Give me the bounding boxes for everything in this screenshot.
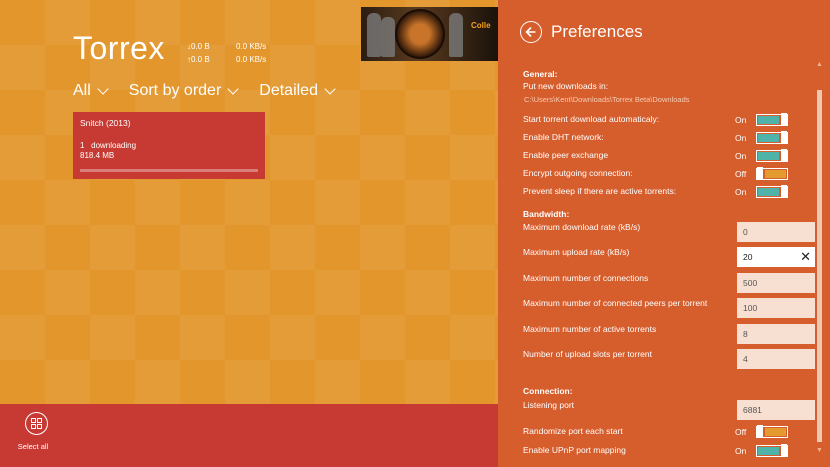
toggle-state: Off xyxy=(735,169,747,179)
view-dropdown[interactable]: Detailed xyxy=(259,82,336,100)
scroll-up-arrow-icon[interactable]: ▲ xyxy=(815,60,824,69)
preferences-title: Preferences xyxy=(551,22,643,41)
ad-banner[interactable]: Colle xyxy=(361,7,498,61)
toggle-switch xyxy=(756,425,788,438)
toggle-state: On xyxy=(735,151,747,161)
chevron-down-icon xyxy=(324,83,336,95)
toggle-switch xyxy=(756,131,788,144)
preferences-header: Preferences xyxy=(520,21,643,43)
torrent-progress-bar xyxy=(80,169,258,172)
general-section-header: General: xyxy=(523,69,558,79)
toggle-state: On xyxy=(735,115,747,125)
category-filter-dropdown[interactable]: All xyxy=(73,82,109,100)
preferences-pane: Preferences General: Put new downloads i… xyxy=(498,0,830,467)
back-arrow-icon xyxy=(525,26,536,38)
max-peers-input[interactable]: 100 xyxy=(737,298,815,318)
toggle-state: On xyxy=(735,187,747,197)
preferences-scrollbar[interactable]: ▲ ▼ xyxy=(815,60,824,455)
setting-label: Enable peer exchange xyxy=(523,150,609,160)
encrypt-toggle[interactable]: Off xyxy=(735,167,788,180)
setting-label: Maximum number of active torrents xyxy=(523,324,657,334)
total-downloaded: ↓0.0 B xyxy=(187,42,210,51)
max-connections-input[interactable]: 500 xyxy=(737,273,815,293)
upload-rate: 0.0 KB/s xyxy=(236,55,267,64)
setting-label: Number of upload slots per torrent xyxy=(523,349,652,359)
auto-start-toggle[interactable]: On xyxy=(735,113,788,126)
max-upload-rate-value: 20 xyxy=(743,252,753,262)
sort-dropdown[interactable]: Sort by order xyxy=(128,82,239,100)
app-title: Torrex xyxy=(73,30,165,66)
max-active-torrents-input[interactable]: 8 xyxy=(737,324,815,344)
bandwidth-section-header: Bandwidth: xyxy=(523,209,570,219)
dht-toggle[interactable]: On xyxy=(735,131,788,144)
main-app-area: Torrex ↓0.0 B ↑0.0 B 0.0 KB/s 0.0 KB/s C… xyxy=(0,0,498,467)
back-button[interactable] xyxy=(520,21,542,43)
toggle-switch xyxy=(756,113,788,126)
setting-label: Maximum upload rate (kB/s) xyxy=(523,247,630,257)
peer-exchange-toggle[interactable]: On xyxy=(735,149,788,162)
toggle-state: On xyxy=(735,133,747,143)
setting-label: Encrypt outgoing connection: xyxy=(523,168,633,178)
select-all-icon xyxy=(24,412,48,435)
sort-label: Sort by order xyxy=(128,82,222,99)
listening-port-input[interactable]: 6881 xyxy=(737,400,815,420)
prevent-sleep-toggle[interactable]: On xyxy=(735,185,788,198)
app-bar: Select all xyxy=(0,404,498,467)
setting-label: Maximum number of connected peers per to… xyxy=(523,298,708,308)
setting-label: Randomize port each start xyxy=(523,426,623,436)
setting-label: Enable UPnP port mapping xyxy=(523,445,626,455)
setting-label: Enable DHT network: xyxy=(523,132,604,142)
total-uploaded: ↑0.0 B xyxy=(187,55,210,64)
toggle-switch xyxy=(756,149,788,162)
ad-text: Colle xyxy=(471,21,491,30)
category-filter-label: All xyxy=(73,82,91,99)
torrent-tile[interactable]: Snitch (2013) 1 downloading 818.4 MB xyxy=(73,112,265,179)
warrior-figure-left-2 xyxy=(381,17,395,57)
chevron-down-icon xyxy=(97,83,109,95)
filter-bar: All Sort by order Detailed xyxy=(73,82,336,100)
torrent-index: 1 xyxy=(80,141,85,150)
warrior-figure-right xyxy=(449,13,463,57)
toggle-state: Off xyxy=(735,427,747,437)
setting-label: Maximum download rate (kB/s) xyxy=(523,222,641,232)
randomize-port-toggle[interactable]: Off xyxy=(735,425,788,438)
max-download-rate-input[interactable]: 0 xyxy=(737,222,815,242)
toggle-switch xyxy=(756,185,788,198)
torrent-name: Snitch (2013) xyxy=(80,118,131,128)
setting-label: Maximum number of connections xyxy=(523,273,649,283)
toggle-switch xyxy=(756,167,788,180)
download-rate: 0.0 KB/s xyxy=(236,42,267,51)
select-all-label: Select all xyxy=(17,442,49,451)
ad-seal-image xyxy=(395,9,445,59)
toggle-switch xyxy=(756,444,788,457)
toggle-state: On xyxy=(735,446,747,456)
upnp-toggle[interactable]: On xyxy=(735,444,788,457)
transfer-rate: 0.0 KB/s 0.0 KB/s xyxy=(236,40,266,66)
chevron-down-icon xyxy=(227,83,239,95)
download-path[interactable]: C:\Users\Kent\Downloads\Torrex Beta\Down… xyxy=(524,95,814,104)
torrent-status: 1 downloading xyxy=(80,141,258,150)
scroll-down-arrow-icon[interactable]: ▼ xyxy=(815,446,824,455)
background-pattern xyxy=(0,0,498,467)
setting-label: Start torrent download automaticaly: xyxy=(523,114,660,124)
view-label: Detailed xyxy=(259,82,318,99)
select-all-button[interactable]: Select all xyxy=(18,412,52,451)
torrent-status-text: downloading xyxy=(91,141,137,150)
setting-label: Prevent sleep if there are active torren… xyxy=(523,186,677,196)
scroll-track[interactable] xyxy=(817,74,822,442)
download-location-label: Put new downloads in: xyxy=(523,81,609,91)
warrior-figure-left xyxy=(367,13,381,57)
total-transfer: ↓0.0 B ↑0.0 B xyxy=(187,40,210,66)
max-upload-rate-input[interactable]: 20 ✕ xyxy=(737,247,815,267)
torrent-size: 818.4 MB xyxy=(80,151,115,160)
scroll-thumb[interactable] xyxy=(817,90,822,442)
setting-label: Listening port xyxy=(523,400,575,410)
upload-slots-input[interactable]: 4 xyxy=(737,349,815,369)
clear-icon[interactable]: ✕ xyxy=(800,249,811,265)
connection-section-header: Connection: xyxy=(523,386,573,396)
